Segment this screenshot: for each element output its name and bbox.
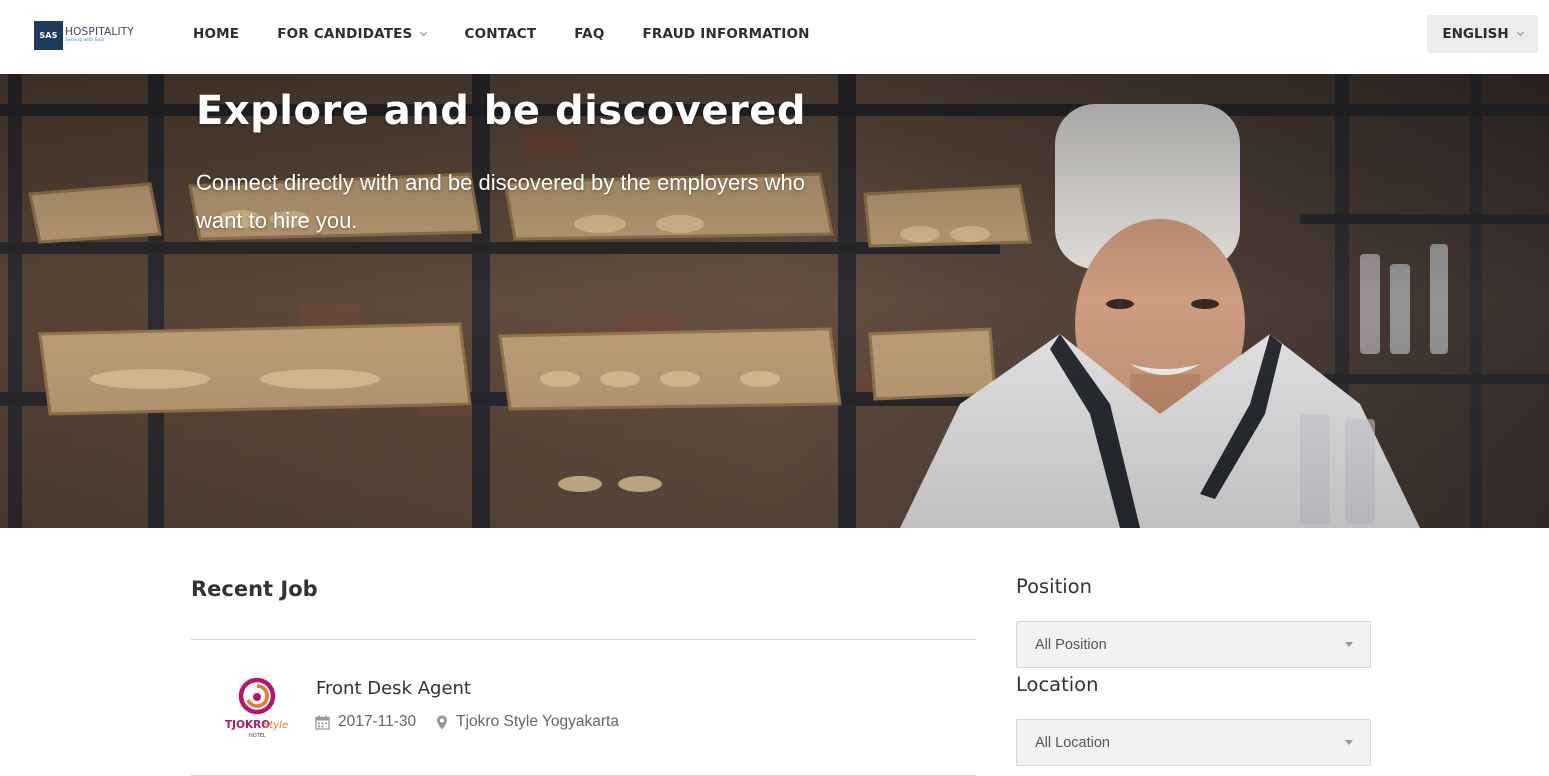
hero-background-photo xyxy=(0,74,1549,528)
nav-for-candidates[interactable]: FOR CANDIDATES xyxy=(277,26,428,42)
nav-home[interactable]: HOME xyxy=(193,26,239,42)
sas-hospitality-logo[interactable]: SAS HOSPITALITY Serving with Soul xyxy=(34,20,134,50)
nav-home-label: HOME xyxy=(193,26,240,42)
hero-title: Explore and be discovered xyxy=(196,88,806,134)
job-listing[interactable]: TJOKRO Style HOTEL Front Desk Agent 2017… xyxy=(191,640,976,775)
logo-brand-style: Style xyxy=(263,720,288,731)
job-title[interactable]: Front Desk Agent xyxy=(316,678,471,699)
location-filter-label: Location xyxy=(1016,673,1099,696)
location-select-value: All Location xyxy=(1035,734,1110,751)
nav-contact-label: CONTACT xyxy=(464,26,537,42)
main-nav: HOME FOR CANDIDATES CONTACT FAQ FRAUD IN… xyxy=(193,0,848,68)
nav-fraud-information[interactable]: FRAUD INFORMATION xyxy=(643,26,810,42)
chevron-down-icon xyxy=(420,28,428,37)
recent-jobs-title: Recent Job xyxy=(191,577,318,601)
job-location: Tjokro Style Yogyakarta xyxy=(456,713,619,730)
site-header: SAS HOSPITALITY Serving with Soul HOME F… xyxy=(0,0,1549,74)
chevron-down-icon xyxy=(1516,28,1524,37)
hero-banner: Explore and be discovered Connect direct… xyxy=(0,74,1549,528)
job-date: 2017-11-30 xyxy=(338,713,417,730)
location-select[interactable]: All Location xyxy=(1016,719,1371,766)
language-label: ENGLISH xyxy=(1442,26,1509,42)
nav-contact[interactable]: CONTACT xyxy=(464,26,536,42)
calendar-icon xyxy=(315,715,330,730)
caret-down-icon xyxy=(1345,642,1353,647)
position-filter-label: Position xyxy=(1016,575,1092,598)
hero-subtitle: Connect directly with and be discovered … xyxy=(196,170,805,233)
logo-name: HOSPITALITY xyxy=(64,26,134,38)
position-select-value: All Position xyxy=(1035,636,1107,653)
job-meta: 2017-11-30 Tjokro Style Yogyakarta xyxy=(315,713,619,731)
language-selector[interactable]: ENGLISH xyxy=(1427,15,1538,53)
tjokro-style-hotel-logo[interactable]: TJOKRO Style HOTEL xyxy=(223,676,291,740)
logo-wordmark: HOSPITALITY Serving with Soul xyxy=(65,27,134,43)
nav-faq[interactable]: FAQ xyxy=(574,26,604,42)
logo-mark: SAS xyxy=(34,20,63,50)
position-select[interactable]: All Position xyxy=(1016,621,1371,668)
nav-faq-label: FAQ xyxy=(574,26,605,42)
logo-sub: HOTEL xyxy=(249,733,266,739)
map-marker-icon xyxy=(437,715,448,729)
logo-tagline: Serving with Soul xyxy=(64,37,105,43)
nav-fraud-information-label: FRAUD INFORMATION xyxy=(642,26,810,42)
caret-down-icon xyxy=(1345,740,1353,745)
nav-for-candidates-label: FOR CANDIDATES xyxy=(277,26,413,42)
